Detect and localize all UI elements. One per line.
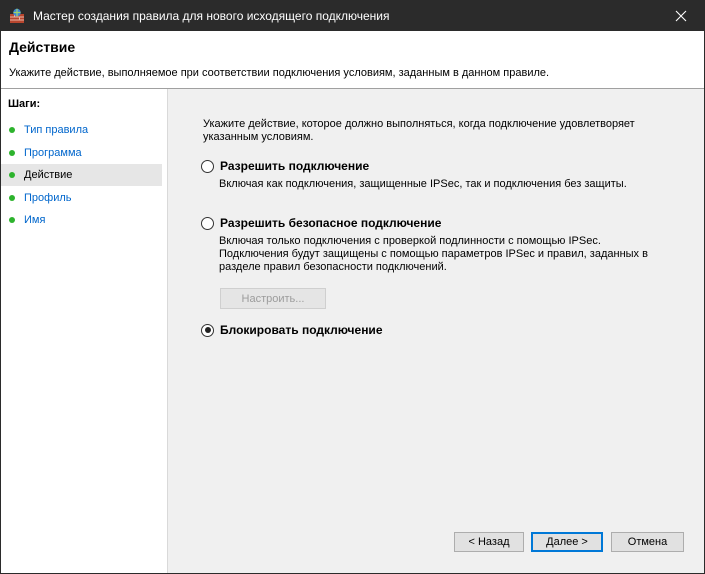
steps-label: Шаги: [8, 98, 41, 110]
close-icon [675, 10, 687, 22]
close-button[interactable] [658, 1, 704, 31]
main-content: Укажите действие, которое должно выполня… [168, 89, 704, 573]
step-status-icon [9, 127, 15, 133]
block-radio[interactable] [201, 323, 214, 337]
sidebar-item-label: Действие [24, 169, 73, 181]
block-label[interactable]: Блокировать подключение [220, 323, 383, 337]
sidebar-item-label: Профиль [24, 192, 72, 204]
option-allow-secure[interactable]: Разрешить безопасное подключение [201, 216, 441, 230]
sidebar-item-profile[interactable]: Профиль [1, 187, 162, 209]
next-button[interactable]: Далее > [531, 532, 603, 552]
intro-text: Укажите действие, которое должно выполня… [203, 118, 635, 143]
allow-label[interactable]: Разрешить подключение [220, 159, 369, 173]
sidebar-item-rule-type[interactable]: Тип правила [1, 119, 162, 141]
cancel-button[interactable]: Отмена [611, 532, 684, 552]
page-header: Действие Укажите действие, выполняемое п… [1, 31, 704, 89]
option-block[interactable]: Блокировать подключение [201, 323, 383, 337]
step-status-icon [9, 217, 15, 223]
sidebar-item-program[interactable]: Программа [1, 142, 162, 164]
configure-button[interactable]: Настроить... [220, 288, 326, 309]
sidebar-item-name[interactable]: Имя [1, 209, 162, 231]
allow-description: Включая как подключения, защищенные IPSe… [219, 178, 627, 190]
step-status-icon [9, 195, 15, 201]
step-status-icon [9, 172, 15, 178]
sidebar-item-action[interactable]: Действие [1, 164, 162, 186]
allow-secure-description: Включая только подключения с проверкой п… [219, 235, 648, 273]
page-description: Укажите действие, выполняемое при соотве… [9, 67, 550, 79]
step-status-icon [9, 150, 15, 156]
allow-secure-radio[interactable] [201, 216, 214, 230]
option-allow[interactable]: Разрешить подключение [201, 159, 369, 173]
page-title: Действие [9, 39, 76, 55]
firewall-icon [10, 8, 24, 23]
window-title: Мастер создания правила для нового исход… [33, 9, 390, 23]
back-button[interactable]: < Назад [454, 532, 524, 552]
allow-radio[interactable] [201, 159, 214, 173]
title-bar: Мастер создания правила для нового исход… [1, 1, 704, 31]
sidebar-item-label: Имя [24, 214, 46, 226]
steps-sidebar: Шаги: Тип правила Программа Действие Про… [1, 89, 168, 573]
sidebar-item-label: Программа [24, 147, 82, 159]
allow-secure-label[interactable]: Разрешить безопасное подключение [220, 216, 441, 230]
sidebar-item-label: Тип правила [24, 124, 89, 136]
wizard-window: Мастер создания правила для нового исход… [0, 0, 705, 574]
